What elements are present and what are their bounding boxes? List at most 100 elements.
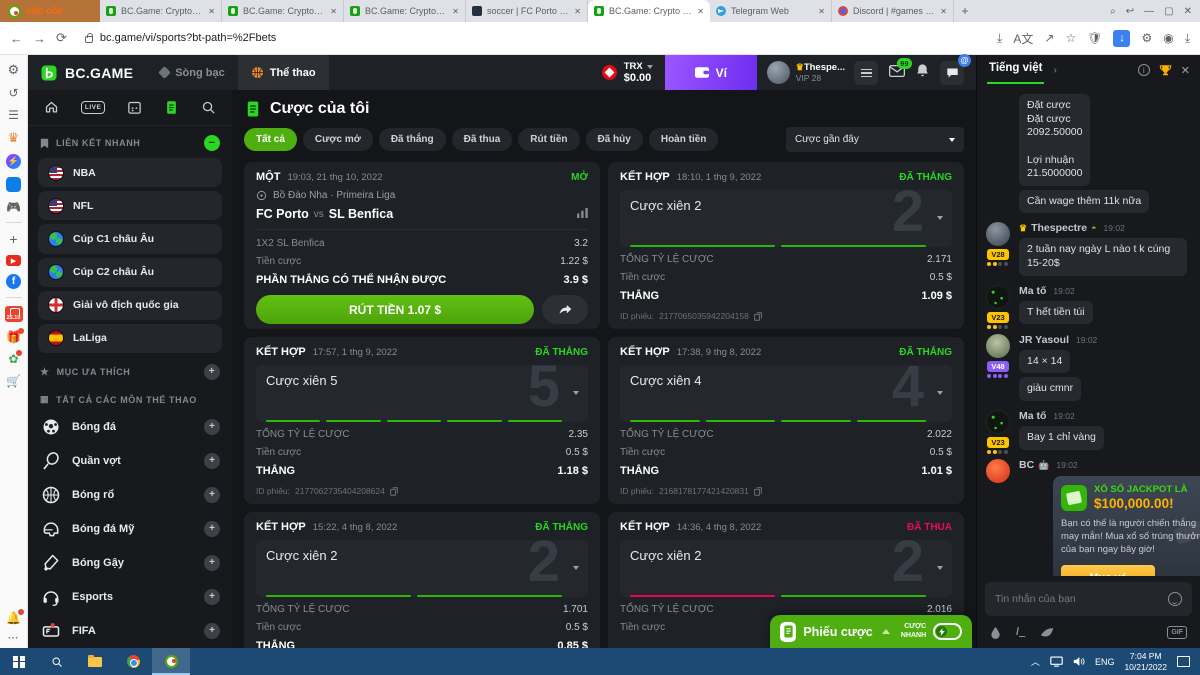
nav-casino[interactable]: Sòng bạc: [147, 55, 238, 90]
copy-icon[interactable]: [754, 311, 762, 321]
browser-tab[interactable]: Discord | #games | B ✕: [832, 0, 954, 22]
rain-rewards-icon[interactable]: [990, 626, 1001, 639]
sidebar-item-laliga[interactable]: LaLiga: [38, 323, 222, 354]
filter-lost[interactable]: Đã thua: [451, 128, 513, 151]
forward-icon[interactable]: →: [33, 31, 46, 46]
sidebar-item-basketball[interactable]: Bóng rổ +: [28, 478, 232, 512]
download-button[interactable]: ↓: [1113, 29, 1131, 47]
tray-expand-icon[interactable]: ︿: [1031, 655, 1040, 668]
emoji-icon[interactable]: [1168, 592, 1182, 606]
language-indicator[interactable]: ENG: [1095, 657, 1115, 667]
chrome-button[interactable]: [114, 648, 152, 675]
combo-panel[interactable]: Cược xiên 5 5: [256, 365, 588, 422]
browser-tab[interactable]: BC.Game: Crypto Casino ✕: [222, 0, 344, 22]
url-bar[interactable]: bc.game/vi/sports?bt-path=%2Fbets: [77, 32, 987, 44]
buy-ticket-button[interactable]: Mua vé: [1061, 565, 1155, 576]
browser-tab[interactable]: BC.Game: Crypto Casino ✕: [344, 0, 466, 22]
notifications-bell-icon[interactable]: 🔔: [6, 609, 24, 625]
caret-down-icon[interactable]: [573, 391, 579, 395]
sidebar-item-tennis[interactable]: Quần vợt +: [28, 444, 232, 478]
coccoc-brand[interactable]: cốc cốc: [0, 0, 100, 22]
gamepad-icon[interactable]: 🎮: [6, 200, 21, 214]
tab-close-icon[interactable]: ✕: [697, 7, 704, 16]
sidebar-item-fifa[interactable]: FIFA +: [28, 614, 232, 648]
combo-panel[interactable]: Cược xiên 4 4: [620, 365, 952, 422]
message-username[interactable]: Ma tố: [1019, 410, 1046, 422]
gif-button[interactable]: GIF: [1167, 625, 1187, 639]
recent-tabs-icon[interactable]: ↩: [1126, 6, 1134, 17]
coccoc-taskbar-button[interactable]: [152, 648, 190, 675]
url-text[interactable]: bc.game/vi/sports?bt-path=%2Fbets: [100, 32, 276, 44]
message-username[interactable]: JR Yasoul: [1019, 334, 1069, 346]
sidebar-item-cup-c1[interactable]: Cúp C1 châu Âu: [38, 224, 222, 254]
messenger-icon[interactable]: ⚡: [6, 154, 21, 169]
caret-down-icon[interactable]: [937, 566, 943, 570]
cart-icon[interactable]: 🛒: [6, 374, 21, 388]
copy-icon[interactable]: [754, 486, 762, 496]
expand-sport-button[interactable]: +: [204, 419, 220, 436]
sidebar-item-nba[interactable]: NBA: [38, 158, 222, 188]
chat-toggle-button[interactable]: @: [940, 53, 971, 85]
browser-tab-active[interactable]: BC.Game: Crypto Casino ✕: [588, 0, 710, 22]
history-icon[interactable]: ↺: [8, 86, 18, 100]
combo-panel[interactable]: Cược xiên 2 2: [620, 190, 952, 247]
sidebar-item-nfl[interactable]: NFL: [38, 191, 222, 221]
calendar-icon[interactable]: [127, 100, 142, 115]
network-icon[interactable]: [1050, 656, 1063, 667]
close-button[interactable]: ✕: [1184, 6, 1192, 17]
message-username[interactable]: Thespectre: [1031, 222, 1087, 234]
tab-close-icon[interactable]: ✕: [208, 7, 215, 16]
more-icon[interactable]: ⋯: [7, 631, 19, 644]
expand-sport-button[interactable]: +: [204, 589, 220, 606]
cashout-button[interactable]: RÚT TIỀN 1.07 $: [256, 295, 534, 324]
tab-close-icon[interactable]: ✕: [574, 7, 581, 16]
tab-close-icon[interactable]: ✕: [940, 7, 947, 16]
expand-sport-button[interactable]: +: [204, 555, 220, 572]
browser-tab[interactable]: BC.Game: Crypto Casino ✕: [100, 0, 222, 22]
new-tab-button[interactable]: +: [954, 0, 976, 22]
sidebar-item-national-league[interactable]: Giải vô địch quốc gia: [38, 290, 222, 320]
inbox-button[interactable]: 99: [889, 57, 912, 82]
sidebar-item-cup-c2[interactable]: Cúp C2 châu Âu: [38, 257, 222, 287]
user-avatar[interactable]: [986, 222, 1010, 247]
maximize-button[interactable]: ▢: [1164, 6, 1173, 17]
reload-icon[interactable]: ⟳: [56, 30, 67, 46]
user-avatar[interactable]: [986, 410, 1010, 435]
tab-close-icon[interactable]: ✕: [818, 7, 825, 16]
shark-hunt-icon[interactable]: [1040, 627, 1054, 638]
shield-icon[interactable]: 🛡: [1087, 31, 1102, 45]
notifications-button[interactable]: [916, 63, 929, 82]
newsfeed-icon[interactable]: ☰: [8, 108, 19, 122]
sale-event-icon[interactable]: 25.10: [4, 306, 23, 322]
copy-icon[interactable]: [390, 486, 398, 496]
settings-gear-icon[interactable]: ⚙: [8, 62, 20, 78]
browser-tab[interactable]: Telegram Web ✕: [710, 0, 832, 22]
wallet-button[interactable]: Ví: [664, 55, 757, 90]
currency-selector[interactable]: TRX $0.00: [601, 61, 665, 84]
live-icon[interactable]: LIVE: [80, 101, 106, 114]
translate-icon[interactable]: A文: [1013, 30, 1033, 47]
expand-sport-button[interactable]: +: [204, 453, 220, 470]
caret-down-icon[interactable]: [937, 216, 943, 220]
save-page-icon[interactable]: ⤓: [997, 31, 1002, 46]
tab-close-icon[interactable]: ✕: [330, 7, 337, 16]
action-center-icon[interactable]: [1177, 656, 1190, 667]
filter-won[interactable]: Đã thắng: [378, 128, 446, 151]
user-avatar[interactable]: [986, 284, 1010, 309]
sidebar-item-esports[interactable]: Esports +: [28, 580, 232, 614]
back-icon[interactable]: ←: [10, 31, 23, 46]
combo-panel[interactable]: Cược xiên 2 2: [620, 540, 952, 597]
chat-language-tab[interactable]: Tiếng việt: [987, 56, 1045, 84]
close-chat-icon[interactable]: ✕: [1181, 64, 1190, 77]
filter-refund[interactable]: Hoàn tiền: [648, 128, 719, 151]
caret-down-icon[interactable]: [573, 566, 579, 570]
search-icon[interactable]: [201, 100, 216, 115]
tab-close-icon[interactable]: ✕: [452, 7, 459, 16]
info-icon[interactable]: i: [1137, 64, 1150, 76]
nav-sports[interactable]: Thể thao: [237, 55, 329, 90]
add-favorite-button[interactable]: +: [204, 364, 220, 381]
betslip-bar[interactable]: Phiếu cược CƯỢC NHANH: [770, 615, 972, 648]
filter-cashout[interactable]: Rút tiền: [518, 128, 580, 151]
home-icon[interactable]: [44, 100, 59, 115]
collapse-button[interactable]: −: [204, 135, 220, 151]
